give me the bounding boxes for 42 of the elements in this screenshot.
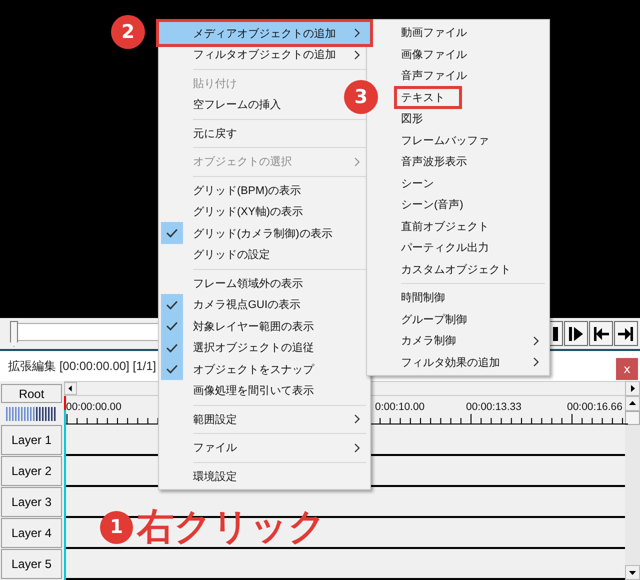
time-label: 00:00:00.00 <box>66 401 122 413</box>
menu-item[interactable]: 範囲設定 <box>161 408 368 430</box>
menu-item[interactable]: 時間制御 <box>369 287 547 308</box>
menu-item[interactable]: グリッド(XY軸)の表示 <box>161 201 368 222</box>
layer-header[interactable]: Layer 1 <box>1 425 62 455</box>
callout-text: 右クリック <box>137 505 326 549</box>
menu-item[interactable]: オブジェクトをスナップ <box>161 358 368 380</box>
layer-header[interactable]: Layer 5 <box>1 549 62 579</box>
menu-item[interactable]: フレームバッファ <box>369 130 547 151</box>
menu-item[interactable]: フレーム領域外の表示 <box>161 272 368 294</box>
menu-item[interactable]: 選択オブジェクトの追従 <box>161 337 368 358</box>
time-label: 00:00:13.33 <box>466 401 522 413</box>
menu-item[interactable]: メディアオブジェクトの追加 <box>156 19 373 47</box>
menu-item[interactable]: カメラ制御 <box>369 330 547 352</box>
menu-item[interactable]: 直前オブジェクト <box>369 216 547 237</box>
menu-item[interactable]: グリッド(カメラ制御)の表示 <box>161 222 368 244</box>
menu-item[interactable]: パーティクル出力 <box>369 237 547 258</box>
layer-header[interactable]: Layer 3 <box>1 487 62 517</box>
time-label: 0:00:10.00 <box>375 401 425 413</box>
step-badge: 1 <box>100 510 133 544</box>
menu-item[interactable]: 環境設定 <box>161 466 368 487</box>
menu-item[interactable]: 元に戻す <box>161 122 368 144</box>
menu-item[interactable]: フィルタオブジェクトの追加 <box>161 44 368 66</box>
time-label: 00:00:16.66 <box>567 401 622 413</box>
menu-item[interactable]: グループ制御 <box>369 308 547 330</box>
menu-item[interactable]: カスタムオブジェクト <box>369 258 547 280</box>
menu-item[interactable]: 画像処理を間引いて表示 <box>161 380 368 402</box>
menu-item[interactable]: 空フレームの挿入 <box>161 94 340 116</box>
close-button[interactable]: x <box>616 358 638 380</box>
window-title: 拡張編集 [00:00:00.00] [1/1] <box>8 358 156 374</box>
menu-item[interactable]: シーン(音声) <box>369 194 547 216</box>
root-button[interactable]: Root <box>1 384 62 403</box>
menu-item[interactable]: グリッド(BPM)の表示 <box>161 180 368 201</box>
menu-item[interactable]: 音声波形表示 <box>369 151 547 172</box>
layer-header[interactable]: Layer 4 <box>1 518 62 548</box>
menu-item[interactable]: 対象レイヤー範囲の表示 <box>161 316 368 337</box>
menu-item[interactable]: ファイル <box>161 437 368 458</box>
menu-item[interactable]: フィルタ効果の追加 <box>369 352 547 373</box>
menu-item[interactable]: シーン <box>369 172 547 194</box>
menu-item[interactable]: グリッドの設定 <box>161 244 368 266</box>
menu-item[interactable]: カメラ視点GUIの表示 <box>161 294 368 316</box>
layer-header[interactable]: Layer 2 <box>1 456 62 486</box>
